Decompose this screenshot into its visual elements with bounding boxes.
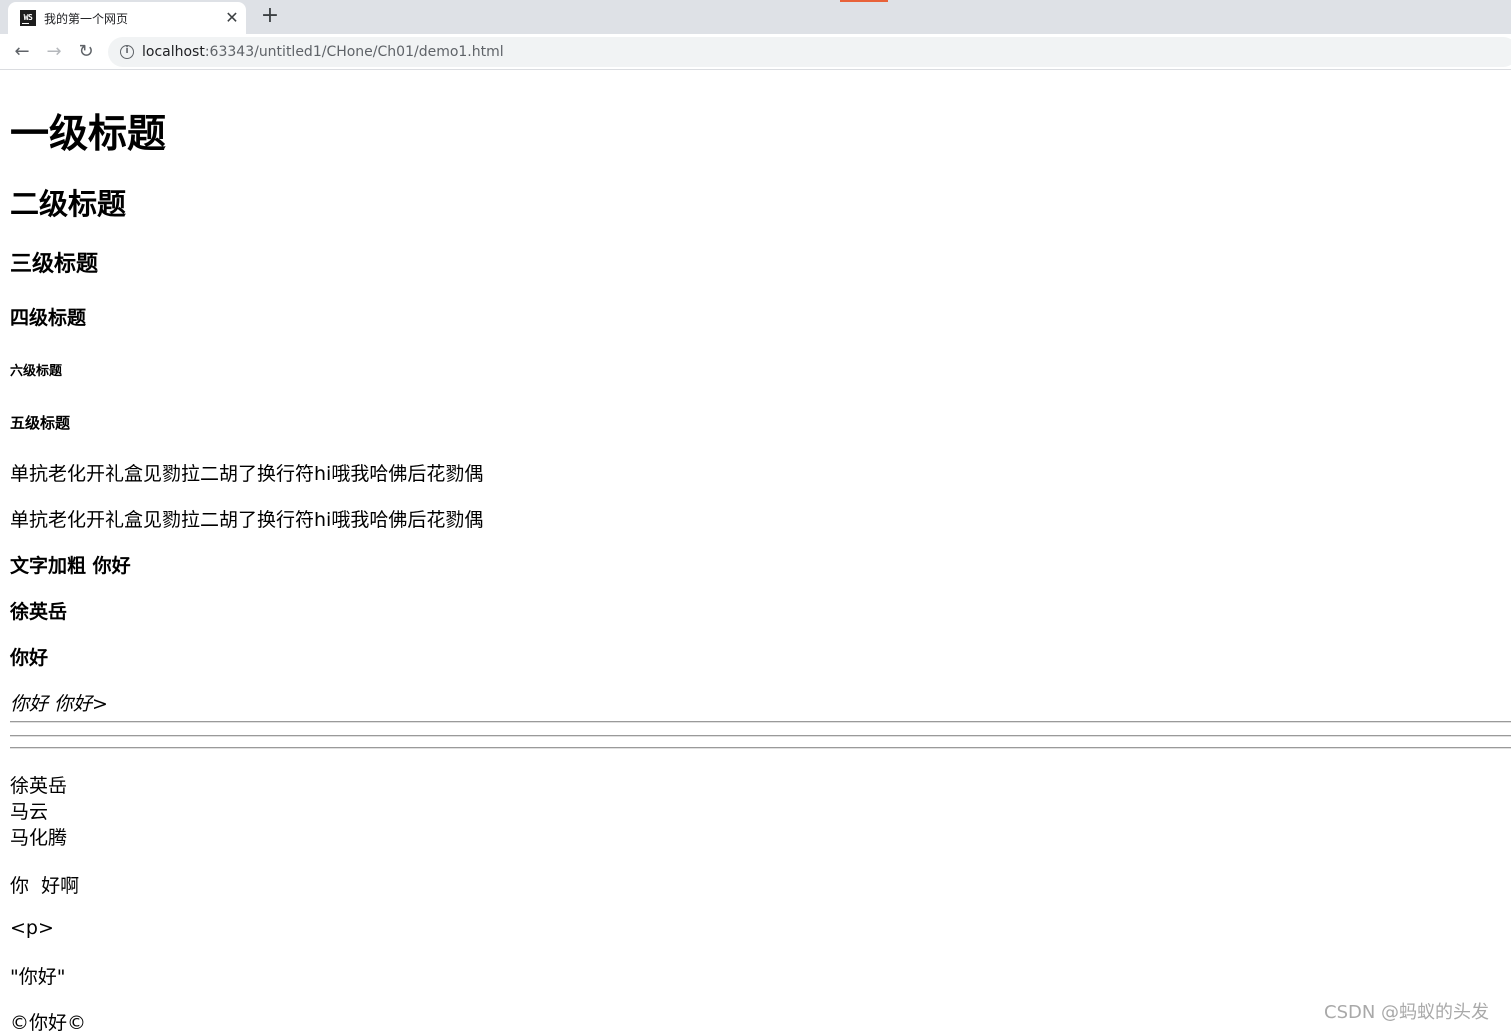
bold-text-2: 徐英岳: [10, 601, 68, 623]
close-icon[interactable]: ✕: [222, 8, 242, 28]
new-tab-button[interactable]: +: [258, 5, 282, 29]
tab-strip: WS 我的第一个网页 ✕ +: [0, 0, 1511, 34]
copyright-text: ©你好©: [10, 1012, 87, 1034]
horizontal-rule: [10, 721, 1511, 723]
quoted-text: "你好": [10, 966, 66, 988]
horizontal-rule: [10, 747, 1511, 749]
heading-level-3: 三级标题: [10, 252, 99, 277]
horizontal-rule: [10, 735, 1511, 737]
csdn-watermark: CSDN @蚂蚁的头发: [1324, 1002, 1490, 1023]
paragraph-1: 单抗老化开礼盒见勠拉二胡了换行符hi哦我哈佛后花勠偶: [10, 463, 484, 485]
address-bar[interactable]: i localhost:63343/untitled1/CHone/Ch01/d…: [108, 37, 1511, 67]
tab-strip-accent: [840, 0, 888, 2]
webstorm-favicon-icon: WS: [20, 10, 36, 26]
tab-title: 我的第一个网页: [44, 12, 129, 26]
browser-toolbar: ← → ↻ i localhost:63343/untitled1/CHone/…: [0, 34, 1511, 70]
browser-tab[interactable]: WS 我的第一个网页 ✕: [8, 2, 246, 34]
heading-level-2: 二级标题: [10, 187, 127, 221]
escaped-tag-text: <p>: [10, 917, 54, 939]
page-content: 一级标题 二级标题 三级标题 四级标题 六级标题 五级标题 单抗老化开礼盒见勠拉…: [0, 71, 1511, 1034]
url-text[interactable]: localhost:63343/untitled1/CHone/Ch01/dem…: [142, 44, 504, 60]
url-host: localhost: [142, 44, 205, 60]
name-line: 徐英岳: [10, 775, 68, 797]
bold-text-3: 你好: [10, 647, 49, 669]
bold-text-1: 文字加粗 你好: [10, 555, 131, 577]
back-arrow-icon[interactable]: ←: [8, 38, 36, 66]
name-line: 马云: [10, 801, 49, 823]
heading-level-4: 四级标题: [10, 307, 87, 329]
paragraph-2: 单抗老化开礼盒见勠拉二胡了换行符hi哦我哈佛后花勠偶: [10, 509, 484, 531]
forward-arrow-icon[interactable]: →: [40, 38, 68, 66]
reload-icon[interactable]: ↻: [72, 38, 100, 66]
url-path: :63343/untitled1/CHone/Ch01/demo1.html: [204, 44, 504, 60]
names-block: 徐英岳 马云 马化腾: [10, 773, 67, 851]
heading-level-1: 一级标题: [10, 112, 167, 157]
info-icon[interactable]: i: [120, 45, 134, 59]
heading-level-5: 五级标题: [10, 414, 71, 432]
italic-text: 你好 你好>: [10, 693, 108, 715]
heading-level-6: 六级标题: [10, 364, 63, 379]
spaced-text: 你 好啊: [10, 875, 80, 897]
name-line: 马化腾: [10, 827, 68, 849]
